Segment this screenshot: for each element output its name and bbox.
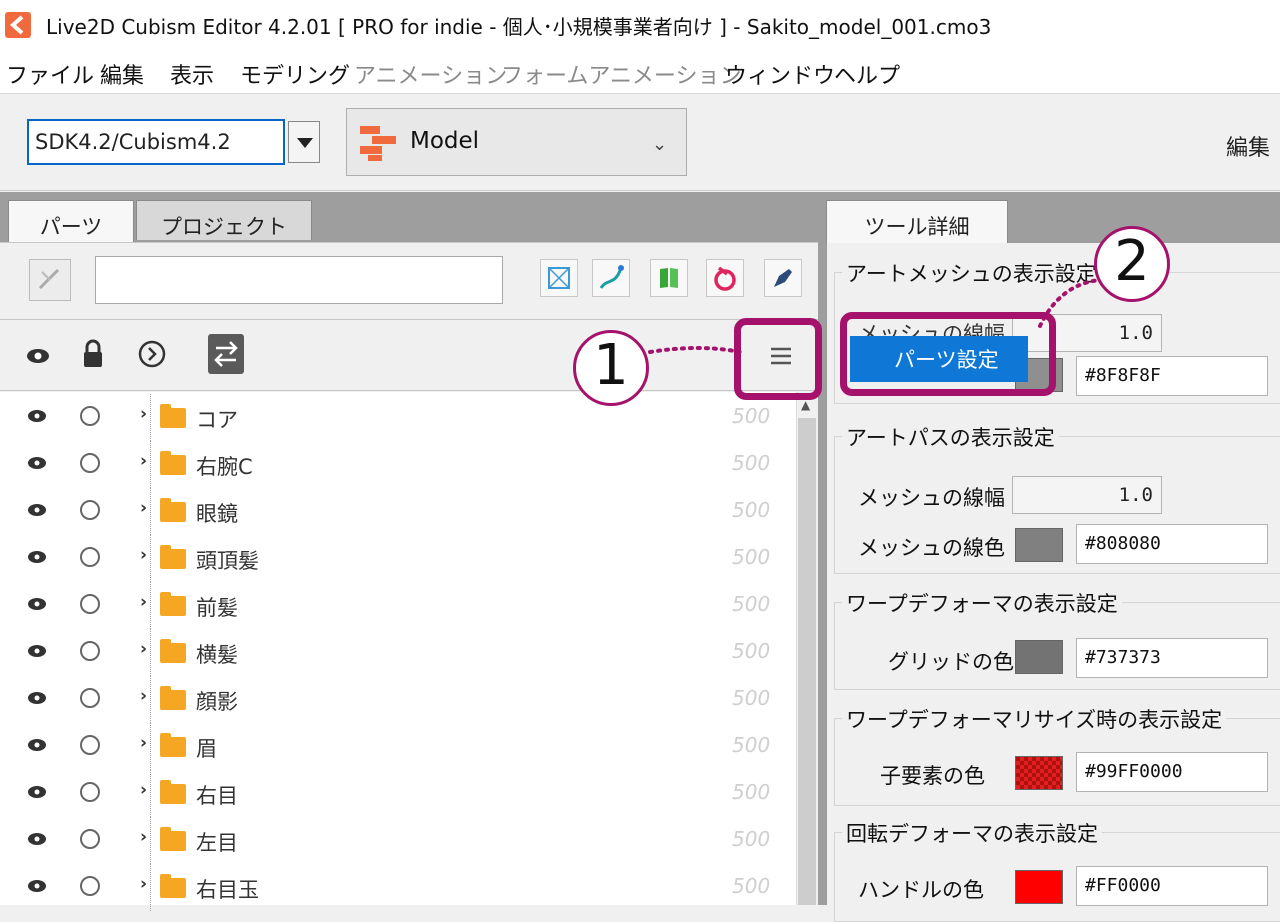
annotation-connectors xyxy=(648,278,1102,354)
highlight-menu-button xyxy=(734,318,822,400)
callout-step-1: 1 xyxy=(573,330,649,406)
highlight-parts-settings xyxy=(840,312,1056,396)
callout-step-2: 2 xyxy=(1094,226,1170,302)
